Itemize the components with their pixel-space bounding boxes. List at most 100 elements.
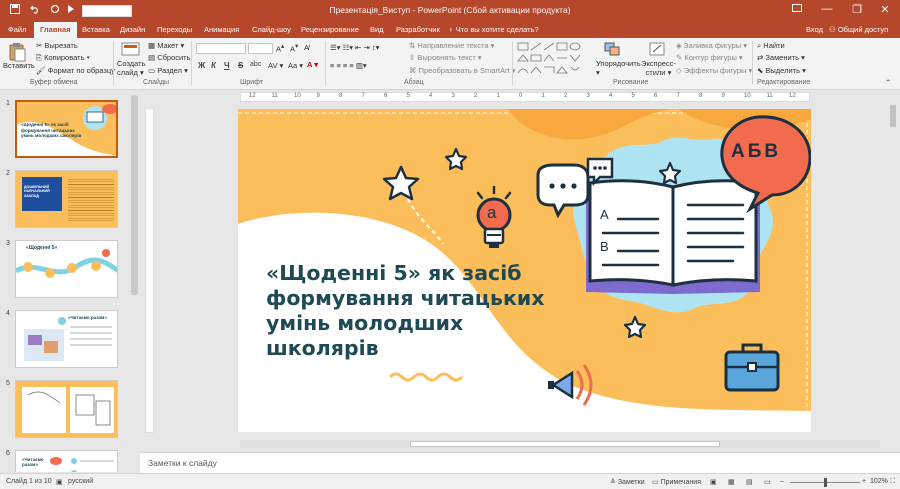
tab-animations[interactable]: Анимация: [204, 25, 239, 34]
tell-me-box[interactable]: ♀ Что вы хотите сделать?: [448, 25, 539, 34]
minimize-button[interactable]: —: [816, 3, 838, 15]
new-slide-icon[interactable]: [120, 41, 142, 59]
notes-toggle[interactable]: ≙ Заметки: [610, 478, 645, 486]
slide-vertical-scrollbar[interactable]: [888, 95, 898, 435]
underline-button[interactable]: Ч: [224, 61, 230, 70]
zoom-level[interactable]: 102%: [870, 478, 888, 485]
slide-canvas[interactable]: АБВ A B а «Щоденні 5» як засіб формуванн…: [238, 109, 811, 432]
thumbnail-slide-3[interactable]: «Щоденні 5»: [15, 240, 118, 298]
slideshow-icon[interactable]: ▭: [764, 478, 771, 486]
new-slide-button[interactable]: Создать слайд ▾: [117, 59, 146, 77]
zoom-out-icon[interactable]: –: [780, 478, 784, 485]
section-button[interactable]: ▭ Раздел ▾: [148, 66, 188, 75]
ribbon-display-icon[interactable]: [786, 3, 808, 16]
cut-button[interactable]: ✂ Вырезать: [36, 41, 78, 50]
copy-button[interactable]: ⎘ Копировать ▾: [36, 53, 90, 63]
grow-font-icon[interactable]: A▴: [276, 43, 284, 54]
thumbnail-slide-4[interactable]: «Читаємо разом»: [15, 310, 118, 368]
divider: [752, 41, 753, 85]
arrange-label: Упорядочить: [596, 59, 641, 68]
tab-transitions[interactable]: Переходы: [157, 25, 192, 34]
zoom-slider[interactable]: [790, 478, 860, 487]
scrollbar-thumb[interactable]: [890, 105, 896, 127]
ruler-number: 8: [699, 93, 703, 99]
paint-bucket-icon: ◈: [676, 41, 682, 50]
present-icon[interactable]: [66, 4, 76, 17]
tab-view[interactable]: Вид: [370, 25, 384, 34]
slide-horizontal-scrollbar[interactable]: [240, 440, 880, 448]
zoom-slider-handle[interactable]: [824, 478, 827, 487]
case-icon[interactable]: Aa ▾: [288, 61, 303, 70]
font-color-icon[interactable]: A ▾: [307, 60, 318, 69]
group-drawing: Рисование: [613, 79, 649, 86]
slide-title[interactable]: «Щоденні 5» як засіб формування читацьки…: [266, 261, 556, 361]
bullets-icon[interactable]: ☰▾ ☷▾ ⇤ ⇥ ↕▾: [330, 43, 379, 52]
ruler-number: 8: [339, 93, 343, 99]
normal-view-icon[interactable]: ▣: [710, 478, 717, 486]
layout-button[interactable]: ▦ Макет ▾: [148, 41, 184, 50]
undo-icon[interactable]: [30, 4, 40, 17]
tab-slideshow[interactable]: Слайд-шоу: [252, 25, 291, 34]
ruler-number: 12: [789, 93, 796, 99]
tab-home[interactable]: Главная: [34, 22, 77, 38]
language-indicator[interactable]: русский: [68, 478, 93, 485]
zoom-in-icon[interactable]: +: [862, 478, 866, 485]
shape-effects-button[interactable]: ◇ Эффекты фигуры ▾: [676, 66, 752, 75]
sign-in-link[interactable]: Вход: [806, 25, 823, 34]
arrange-button[interactable]: Упорядочить ▾: [596, 59, 641, 77]
thumbnail-scrollbar[interactable]: [131, 95, 138, 295]
save-icon[interactable]: [10, 4, 20, 17]
font-name-field[interactable]: [196, 43, 246, 54]
slide-sorter-icon[interactable]: ▦: [728, 478, 735, 486]
close-button[interactable]: ✕: [874, 3, 896, 16]
tab-file[interactable]: Файл: [8, 25, 26, 34]
shapes-gallery[interactable]: [516, 41, 588, 77]
align-text-button[interactable]: ⇳ Выровнять текст ▾: [409, 53, 482, 62]
clear-format-icon[interactable]: A̸: [304, 43, 309, 52]
select-button[interactable]: ⬉ Выделить ▾: [757, 66, 806, 75]
quick-styles-button[interactable]: Экспресс-стили ▾: [641, 59, 676, 77]
thumbnail-slide-5[interactable]: [15, 380, 118, 438]
tab-design[interactable]: Дизайн: [120, 25, 145, 34]
spellcheck-icon[interactable]: ▣: [56, 478, 63, 486]
text-direction-button[interactable]: ⇅ Направление текста ▾: [409, 41, 494, 50]
paste-button[interactable]: Вставить: [3, 61, 35, 70]
italic-button[interactable]: К: [211, 61, 216, 70]
font-size-field[interactable]: [248, 43, 273, 54]
format-painter-label: Формат по образцу: [47, 66, 115, 75]
arrange-icon: [603, 41, 625, 59]
reading-view-icon[interactable]: ▤: [746, 478, 753, 486]
thumbnail-slide-1[interactable]: «Щоденні 5» як засіб формування читацьки…: [15, 100, 118, 158]
collapse-ribbon-icon[interactable]: ⌃: [885, 78, 891, 87]
scrollbar-thumb[interactable]: [410, 441, 720, 447]
paste-icon[interactable]: [6, 42, 28, 62]
maximize-button[interactable]: ❐: [846, 3, 868, 16]
bold-button[interactable]: Ж: [198, 61, 205, 70]
tab-developer[interactable]: Разработчик: [396, 25, 440, 34]
thumbnail-slide-2[interactable]: ДОШКІЛЬНИЙ НАВЧАЛЬНИЙ ЗАКЛАД: [15, 170, 118, 228]
spacing-icon[interactable]: AV ▾: [268, 61, 283, 70]
find-button[interactable]: ⌕ Найти: [757, 41, 785, 51]
format-painter-button[interactable]: 🖌 Формат по образцу: [36, 66, 115, 75]
strikethrough-button[interactable]: S: [238, 61, 243, 70]
section-icon: ▭: [148, 66, 156, 75]
align-icons[interactable]: ≡ ≡ ≡ ≡ ▥▾: [330, 61, 367, 70]
shrink-font-icon[interactable]: A▾: [290, 43, 298, 54]
reset-button[interactable]: ▤ Сбросить: [148, 53, 191, 62]
thumbnail-slide-6[interactable]: «Читаємо разом»: [15, 450, 118, 472]
tab-review[interactable]: Рецензирование: [301, 25, 359, 34]
shape-fill-button[interactable]: ◈ Заливка фигуры ▾: [676, 41, 747, 50]
shape-outline-button[interactable]: ✎ Контур фигуры ▾: [676, 53, 743, 62]
fit-slide-icon[interactable]: ⛶: [890, 478, 895, 486]
replace-button[interactable]: ⇄ Заменить ▾: [757, 53, 805, 62]
smartart-button[interactable]: ⌘ Преобразовать в SmartArt ▾: [409, 66, 515, 75]
notes-pane[interactable]: Заметки к слайду: [140, 452, 900, 473]
thumbnail-number: 5: [6, 380, 10, 387]
redo-icon[interactable]: [50, 4, 60, 17]
title-bar: Презентація_Виступ - PowerPoint (Сбой ак…: [0, 0, 900, 22]
comments-toggle[interactable]: ▭ Примечания: [652, 478, 701, 486]
thumbnail-number: 6: [6, 450, 10, 457]
share-button[interactable]: ⚇ Общий доступ: [829, 25, 888, 34]
shadow-button[interactable]: abc: [250, 61, 261, 68]
tab-insert[interactable]: Вставка: [82, 25, 110, 34]
